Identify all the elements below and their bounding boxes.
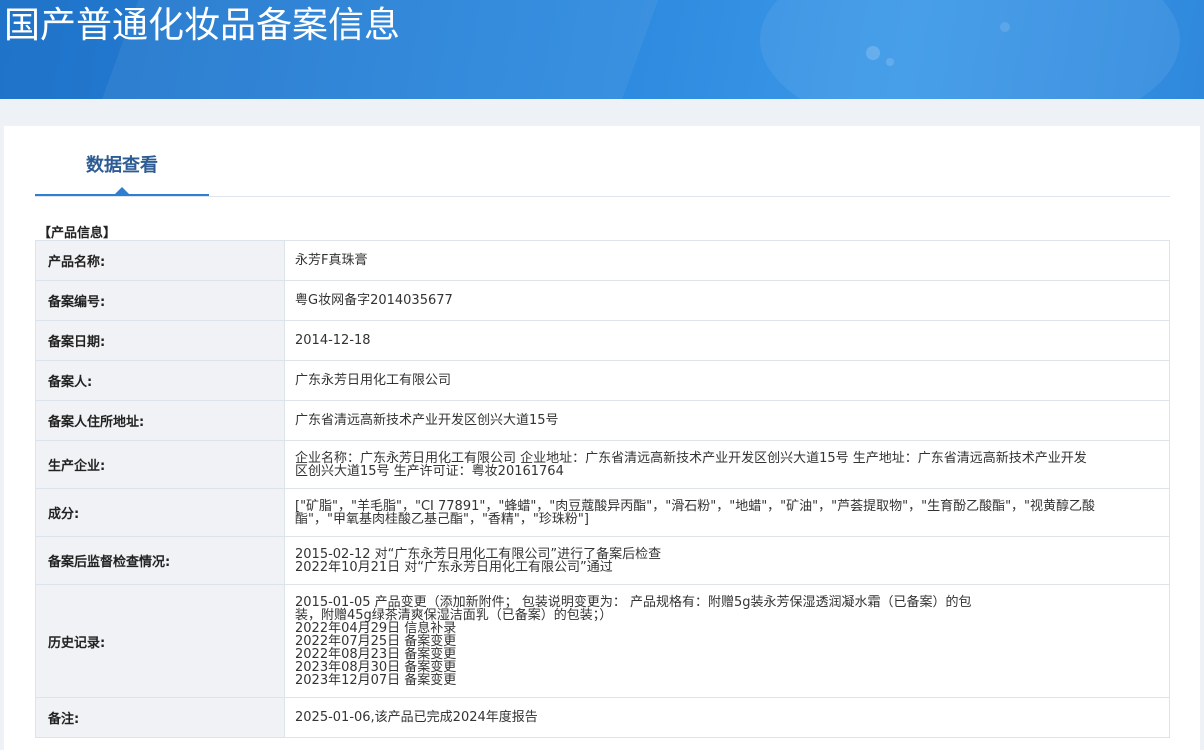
banner-decoration bbox=[760, 0, 1180, 99]
tab-bar: 数据查看 bbox=[35, 126, 1170, 197]
manufacturer-value: 企业名称：广东永芳日用化工有限公司 企业地址：广东省清远高新技术产业开发区创兴大… bbox=[284, 440, 1170, 489]
field-label: 备案日期: bbox=[35, 320, 285, 361]
history-line: 2022年08月23日 备案变更 bbox=[295, 646, 457, 662]
inspection-line: 2022年10月21日 对“广东永芳日用化工有限公司”通过 bbox=[295, 559, 613, 575]
manufacturer-line: 区创兴大道15号 生产许可证：粤妆20161764 bbox=[295, 463, 564, 479]
table-row: 备案日期: 2014-12-18 bbox=[35, 320, 1170, 361]
banner-dot bbox=[1000, 22, 1010, 32]
history-line: 2023年12月07日 备案变更 bbox=[295, 672, 457, 688]
field-label: 备案人住所地址: bbox=[35, 400, 285, 441]
table-row: 生产企业: 企业名称：广东永芳日用化工有限公司 企业地址：广东省清远高新技术产业… bbox=[35, 440, 1170, 489]
record-no-value: 粤G妆网备字2014035677 bbox=[284, 280, 1170, 321]
table-row: 备案人: 广东永芳日用化工有限公司 bbox=[35, 360, 1170, 401]
address-value: 广东省清远高新技术产业开发区创兴大道15号 bbox=[284, 400, 1170, 441]
table-row: 备案后监督检查情况: 2015-02-12 对“广东永芳日用化工有限公司”进行了… bbox=[35, 536, 1170, 585]
active-tab-caret-icon bbox=[115, 187, 129, 194]
inspection-value: 2015-02-12 对“广东永芳日用化工有限公司”进行了备案后检查 2022年… bbox=[284, 536, 1170, 585]
field-label: 备注: bbox=[35, 697, 285, 738]
product-name-value: 永芳F真珠膏 bbox=[284, 240, 1170, 281]
history-line: 2015-01-05 产品变更（添加新附件； 包装说明变更为： 产品规格有：附赠… bbox=[295, 594, 972, 610]
history-line: 2023年08月30日 备案变更 bbox=[295, 659, 457, 675]
content-panel: 数据查看 【产品信息】 产品名称: 永芳F真珠膏 备案编号: 粤G妆网备字201… bbox=[4, 126, 1200, 750]
page-title: 国产普通化妆品备案信息 bbox=[4, 5, 401, 46]
field-label: 备案人: bbox=[35, 360, 285, 401]
inspection-line: 2015-02-12 对“广东永芳日用化工有限公司”进行了备案后检查 bbox=[295, 546, 662, 562]
history-line: 2022年07月25日 备案变更 bbox=[295, 633, 457, 649]
history-line: 2022年04月29日 信息补录 bbox=[295, 620, 457, 636]
banner-dot bbox=[886, 58, 894, 66]
manufacturer-line: 企业名称：广东永芳日用化工有限公司 企业地址：广东省清远高新技术产业开发区创兴大… bbox=[295, 450, 1087, 466]
record-date-value: 2014-12-18 bbox=[284, 320, 1170, 361]
table-row: 备注: 2025-01-06,该产品已完成2024年度报告 bbox=[35, 697, 1170, 738]
header-banner: 国产普通化妆品备案信息 bbox=[0, 0, 1204, 99]
ingredients-line: ["矿脂"，"羊毛脂"，"CI 77891"，"蜂蜡"，"肉豆蔻酸异丙酯"，"滑… bbox=[295, 498, 1096, 514]
field-label: 备案后监督检查情况: bbox=[35, 536, 285, 585]
table-row: 成分: ["矿脂"，"羊毛脂"，"CI 77891"，"蜂蜡"，"肉豆蔻酸异丙酯… bbox=[35, 488, 1170, 537]
table-row: 历史记录: 2015-01-05 产品变更（添加新附件； 包装说明变更为： 产品… bbox=[35, 584, 1170, 698]
product-info-table: 产品名称: 永芳F真珠膏 备案编号: 粤G妆网备字2014035677 备案日期… bbox=[35, 240, 1170, 738]
banner-dot bbox=[866, 46, 880, 60]
ingredients-value: ["矿脂"，"羊毛脂"，"CI 77891"，"蜂蜡"，"肉豆蔻酸异丙酯"，"滑… bbox=[284, 488, 1170, 537]
field-label: 成分: bbox=[35, 488, 285, 537]
history-line: 装，附赠45g绿茶清爽保湿洁面乳（已备案）的包装；） bbox=[295, 607, 613, 623]
field-label: 生产企业: bbox=[35, 440, 285, 489]
remark-value: 2025-01-06,该产品已完成2024年度报告 bbox=[284, 697, 1170, 738]
field-label: 产品名称: bbox=[35, 240, 285, 281]
table-row: 备案人住所地址: 广东省清远高新技术产业开发区创兴大道15号 bbox=[35, 400, 1170, 441]
section-title: 【产品信息】 bbox=[38, 226, 117, 241]
registrant-value: 广东永芳日用化工有限公司 bbox=[284, 360, 1170, 401]
field-label: 备案编号: bbox=[35, 280, 285, 321]
history-value: 2015-01-05 产品变更（添加新附件； 包装说明变更为： 产品规格有：附赠… bbox=[284, 584, 1170, 698]
tab-data-view[interactable]: 数据查看 bbox=[35, 126, 209, 196]
table-row: 备案编号: 粤G妆网备字2014035677 bbox=[35, 280, 1170, 321]
ingredients-line: 酯"，"甲氧基肉桂酸乙基己酯"，"香精"，"珍珠粉"] bbox=[295, 511, 589, 527]
field-label: 历史记录: bbox=[35, 584, 285, 698]
table-row: 产品名称: 永芳F真珠膏 bbox=[35, 240, 1170, 281]
